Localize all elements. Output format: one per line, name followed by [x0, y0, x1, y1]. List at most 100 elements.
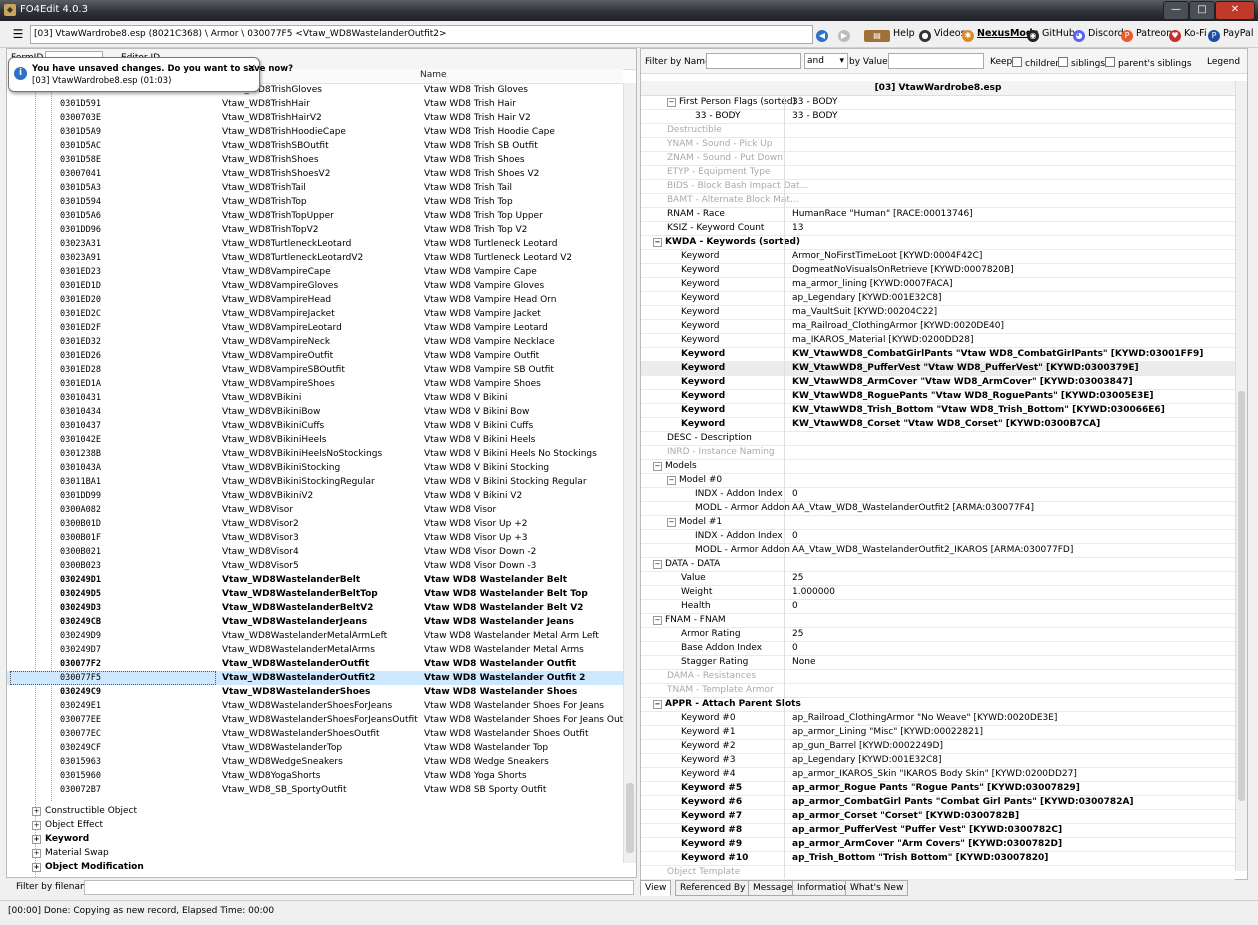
table-row[interactable]: 0301DD99 Vtaw_WD8VBikiniV2 Vtaw WD8 V Biki…	[7, 489, 623, 503]
table-row[interactable]: 0300B023 Vtaw_WD8Visor5 Vtaw WD8 Visor Dow…	[7, 559, 623, 573]
table-row[interactable]: 03011BA1 Vtaw_WD8VBikiniStockingRegular Vt…	[7, 475, 623, 489]
table-row[interactable]: 0300B01F Vtaw_WD8Visor3 Vtaw WD8 Visor Up …	[7, 531, 623, 545]
record-field-row[interactable]: Keyword #10 ap_Trish_Bottom "Trish Bottom…	[641, 851, 1235, 866]
record-field-row[interactable]: Value 25	[641, 571, 1235, 586]
record-field-row[interactable]: Weight 1.000000	[641, 585, 1235, 600]
collapse-icon[interactable]: −	[653, 238, 662, 247]
record-field-row[interactable]: − Model #1	[641, 515, 1235, 530]
record-field-row[interactable]: Keyword ma_IKAROS_Material [KYWD:0200DD28…	[641, 333, 1235, 348]
table-row[interactable]: 030249D3 Vtaw_WD8WastelanderBeltV2 Vtaw WD…	[7, 601, 623, 615]
collapse-icon[interactable]: −	[667, 518, 676, 527]
table-row[interactable]: 030249C9 Vtaw_WD8WastelanderShoes Vtaw WD8…	[7, 685, 623, 699]
table-row[interactable]: 0301ED1A Vtaw_WD8VampireShoes Vtaw WD8 Vam…	[7, 377, 623, 391]
tab-what-s-new[interactable]: What's New	[845, 880, 909, 896]
record-field-row[interactable]: − KWDA - Keywords (sorted)	[641, 235, 1235, 250]
table-row[interactable]: 0300B01D Vtaw_WD8Visor2 Vtaw WD8 Visor Up …	[7, 517, 623, 531]
table-row[interactable]: 0301ED2F Vtaw_WD8VampireLeotard Vtaw WD8 V…	[7, 321, 623, 335]
record-field-row[interactable]: MODL - Armor Addon AA_Vtaw_WD8_Wastelande…	[641, 543, 1235, 558]
record-field-row[interactable]: Keyword #2 ap_gun_Barrel [KYWD:0002249D]	[641, 739, 1235, 754]
record-field-row[interactable]: Keyword ma_armor_lining [KYWD:0007FACA]	[641, 277, 1235, 292]
record-field-row[interactable]: RNAM - Race HumanRace "Human" [RACE:00013…	[641, 207, 1235, 222]
table-row[interactable]: 03010437 Vtaw_WD8VBikiniCuffs Vtaw WD8 V B…	[7, 419, 623, 433]
patreon-link[interactable]: P Patreon	[1121, 26, 1172, 42]
table-row[interactable]: 030249D7 Vtaw_WD8WastelanderMetalArms Vtaw…	[7, 643, 623, 657]
minimize-button[interactable]: —	[1163, 1, 1189, 20]
expand-icon[interactable]: +	[32, 863, 41, 872]
table-row[interactable]: 03015963 Vtaw_WD8WedgeSneakers Vtaw WD8 We…	[7, 755, 623, 769]
parents-siblings-checkbox[interactable]: parent's siblings	[1105, 57, 1192, 69]
record-field-row[interactable]: ZNAM - Sound - Put Down	[641, 151, 1235, 166]
back-icon[interactable]: ◀	[816, 26, 831, 42]
table-row[interactable]: 0301043A Vtaw_WD8VBikiniStocking Vtaw WD8 …	[7, 461, 623, 475]
record-field-row[interactable]: − DATA - DATA	[641, 557, 1235, 572]
menu-icon[interactable]: ☰	[10, 26, 26, 42]
collapse-icon[interactable]: −	[653, 616, 662, 625]
table-row[interactable]: 0301ED20 Vtaw_WD8VampireHead Vtaw WD8 Vamp…	[7, 293, 623, 307]
record-field-row[interactable]: Keyword ma_VaultSuit [KYWD:00204C22]	[641, 305, 1235, 320]
record-field-row[interactable]: Keyword #5 ap_armor_Rogue Pants "Rogue Pa…	[641, 781, 1235, 796]
record-field-row[interactable]: TNAM - Template Armor	[641, 683, 1235, 698]
record-field-row[interactable]: Keyword #4 ap_armor_IKAROS_Skin "IKAROS B…	[641, 767, 1235, 782]
table-row[interactable]: 030249D9 Vtaw_WD8WastelanderMetalArmLeft V…	[7, 629, 623, 643]
record-field-row[interactable]: Destructible	[641, 123, 1235, 138]
table-row[interactable]: 0301ED2C Vtaw_WD8VampireJacket Vtaw WD8 Va…	[7, 307, 623, 321]
table-row[interactable]: 030077EC Vtaw_WD8WastelanderShoesOutfit Vt…	[7, 727, 623, 741]
record-field-row[interactable]: Health 0	[641, 599, 1235, 614]
record-field-row[interactable]: − FNAM - FNAM	[641, 613, 1235, 628]
table-row[interactable]: 0301D5AC Vtaw_WD8TrishSBOutfit Vtaw WD8 Tr…	[7, 139, 623, 153]
kofi-link[interactable]: ♥ Ko-Fi	[1169, 26, 1207, 42]
legend-button[interactable]: Legend	[1207, 57, 1240, 67]
record-field-row[interactable]: Keyword ap_Legendary [KYWD:001E32C8]	[641, 291, 1235, 306]
table-row[interactable]: 0301ED1D Vtaw_WD8VampireGloves Vtaw WD8 Va…	[7, 279, 623, 293]
filter-name-input[interactable]	[706, 53, 801, 69]
record-field-row[interactable]: Keyword KW_VtawWD8_RoguePants "Vtaw WD8_R…	[641, 389, 1235, 404]
record-field-row[interactable]: − APPR - Attach Parent Slots	[641, 697, 1235, 712]
record-field-row[interactable]: INDX - Addon Index 0	[641, 529, 1235, 544]
table-row[interactable]: 0301DD96 Vtaw_WD8TrishTopV2 Vtaw WD8 Trish…	[7, 223, 623, 237]
table-row[interactable]: 0301ED32 Vtaw_WD8VampireNeck Vtaw WD8 Vamp…	[7, 335, 623, 349]
table-row[interactable]: 0301042E Vtaw_WD8VBikiniHeels Vtaw WD8 V B…	[7, 433, 623, 447]
table-row[interactable]: 030249CB Vtaw_WD8WastelanderJeans Vtaw WD8…	[7, 615, 623, 629]
record-field-row[interactable]: Base Addon Index 0	[641, 641, 1235, 656]
table-row[interactable]: 03023A91 Vtaw_WD8TurtleneckLeotardV2 Vtaw …	[7, 251, 623, 265]
record-path-field[interactable]: [03] VtawWardrobe8.esp (8021C368) \ Armo…	[30, 25, 813, 44]
discord-link[interactable]: ◕ Discord	[1073, 26, 1124, 42]
table-row[interactable]: 03010431 Vtaw_WD8VBikini Vtaw WD8 V Bikini	[7, 391, 623, 405]
table-row[interactable]: 030077F5 Vtaw_WD8WastelanderOutfit2 Vtaw W…	[7, 671, 623, 685]
expand-icon[interactable]: +	[32, 821, 41, 830]
record-field-row[interactable]: Keyword KW_VtawWD8_ArmCover "Vtaw WD8_Arm…	[641, 375, 1235, 390]
table-row[interactable]: 0300703E Vtaw_WD8TrishHairV2 Vtaw WD8 Tris…	[7, 111, 623, 125]
record-field-row[interactable]: DAMA - Resistances	[641, 669, 1235, 684]
table-row[interactable]: 030072B7 Vtaw_WD8_SB_SportyOutfit Vtaw WD8…	[7, 783, 623, 797]
record-field-row[interactable]: Keyword #9 ap_armor_ArmCover "Arm Covers"…	[641, 837, 1235, 852]
left-scrollbar[interactable]	[623, 83, 636, 863]
table-row[interactable]: 0301D591 Vtaw_WD8TrishHair Vtaw WD8 Trish …	[7, 97, 623, 111]
table-row[interactable]: 03010434 Vtaw_WD8VBikiniBow Vtaw WD8 V Bik…	[7, 405, 623, 419]
record-field-row[interactable]: KSIZ - Keyword Count 13	[641, 221, 1235, 236]
column-header-name[interactable]: Name	[420, 70, 447, 80]
record-field-row[interactable]: 33 - BODY 33 - BODY	[641, 109, 1235, 124]
table-row[interactable]: 0301D58E Vtaw_WD8TrishShoes Vtaw WD8 Trish…	[7, 153, 623, 167]
record-field-row[interactable]: Armor Rating 25	[641, 627, 1235, 642]
record-field-row[interactable]: INRD - Instance Naming	[641, 445, 1235, 460]
collapse-icon[interactable]: −	[653, 462, 662, 471]
record-field-row[interactable]: Keyword KW_VtawWD8_CombatGirlPants "Vtaw …	[641, 347, 1235, 362]
record-field-row[interactable]: Stagger Rating None	[641, 655, 1235, 670]
table-row[interactable]: 030077EE Vtaw_WD8WastelanderShoesForJeans…	[7, 713, 632, 727]
table-row[interactable]: 0300A082 Vtaw_WD8Visor Vtaw WD8 Visor	[7, 503, 623, 517]
help-link[interactable]: ▤ Help	[864, 26, 915, 42]
table-row[interactable]: 0301D5A9 Vtaw_WD8TrishHoodieCape Vtaw WD8 …	[7, 125, 623, 139]
collapse-icon[interactable]: −	[653, 560, 662, 569]
table-row[interactable]: 0301D5A3 Vtaw_WD8TrishTail Vtaw WD8 Trish …	[7, 181, 623, 195]
record-field-row[interactable]: BAMT - Alternate Block Mat...	[641, 193, 1235, 208]
record-field-row[interactable]: Keyword KW_VtawWD8_PufferVest "Vtaw WD8_P…	[641, 361, 1235, 376]
table-row[interactable]: 0301238B Vtaw_WD8VBikiniHeelsNoStockings V…	[7, 447, 623, 461]
expand-icon[interactable]: +	[32, 835, 41, 844]
record-field-row[interactable]: ETYP - Equipment Type	[641, 165, 1235, 180]
github-link[interactable]: ◉ GitHub	[1027, 26, 1075, 42]
expand-icon[interactable]: +	[32, 849, 41, 858]
record-field-row[interactable]: Keyword KW_VtawWD8_Corset "Vtaw WD8_Corse…	[641, 417, 1235, 432]
left-scrollbar-thumb[interactable]	[626, 783, 634, 853]
record-field-row[interactable]: − Model #0	[641, 473, 1235, 488]
table-row[interactable]: 0301ED28 Vtaw_WD8VampireSBOutfit Vtaw WD8 …	[7, 363, 623, 377]
